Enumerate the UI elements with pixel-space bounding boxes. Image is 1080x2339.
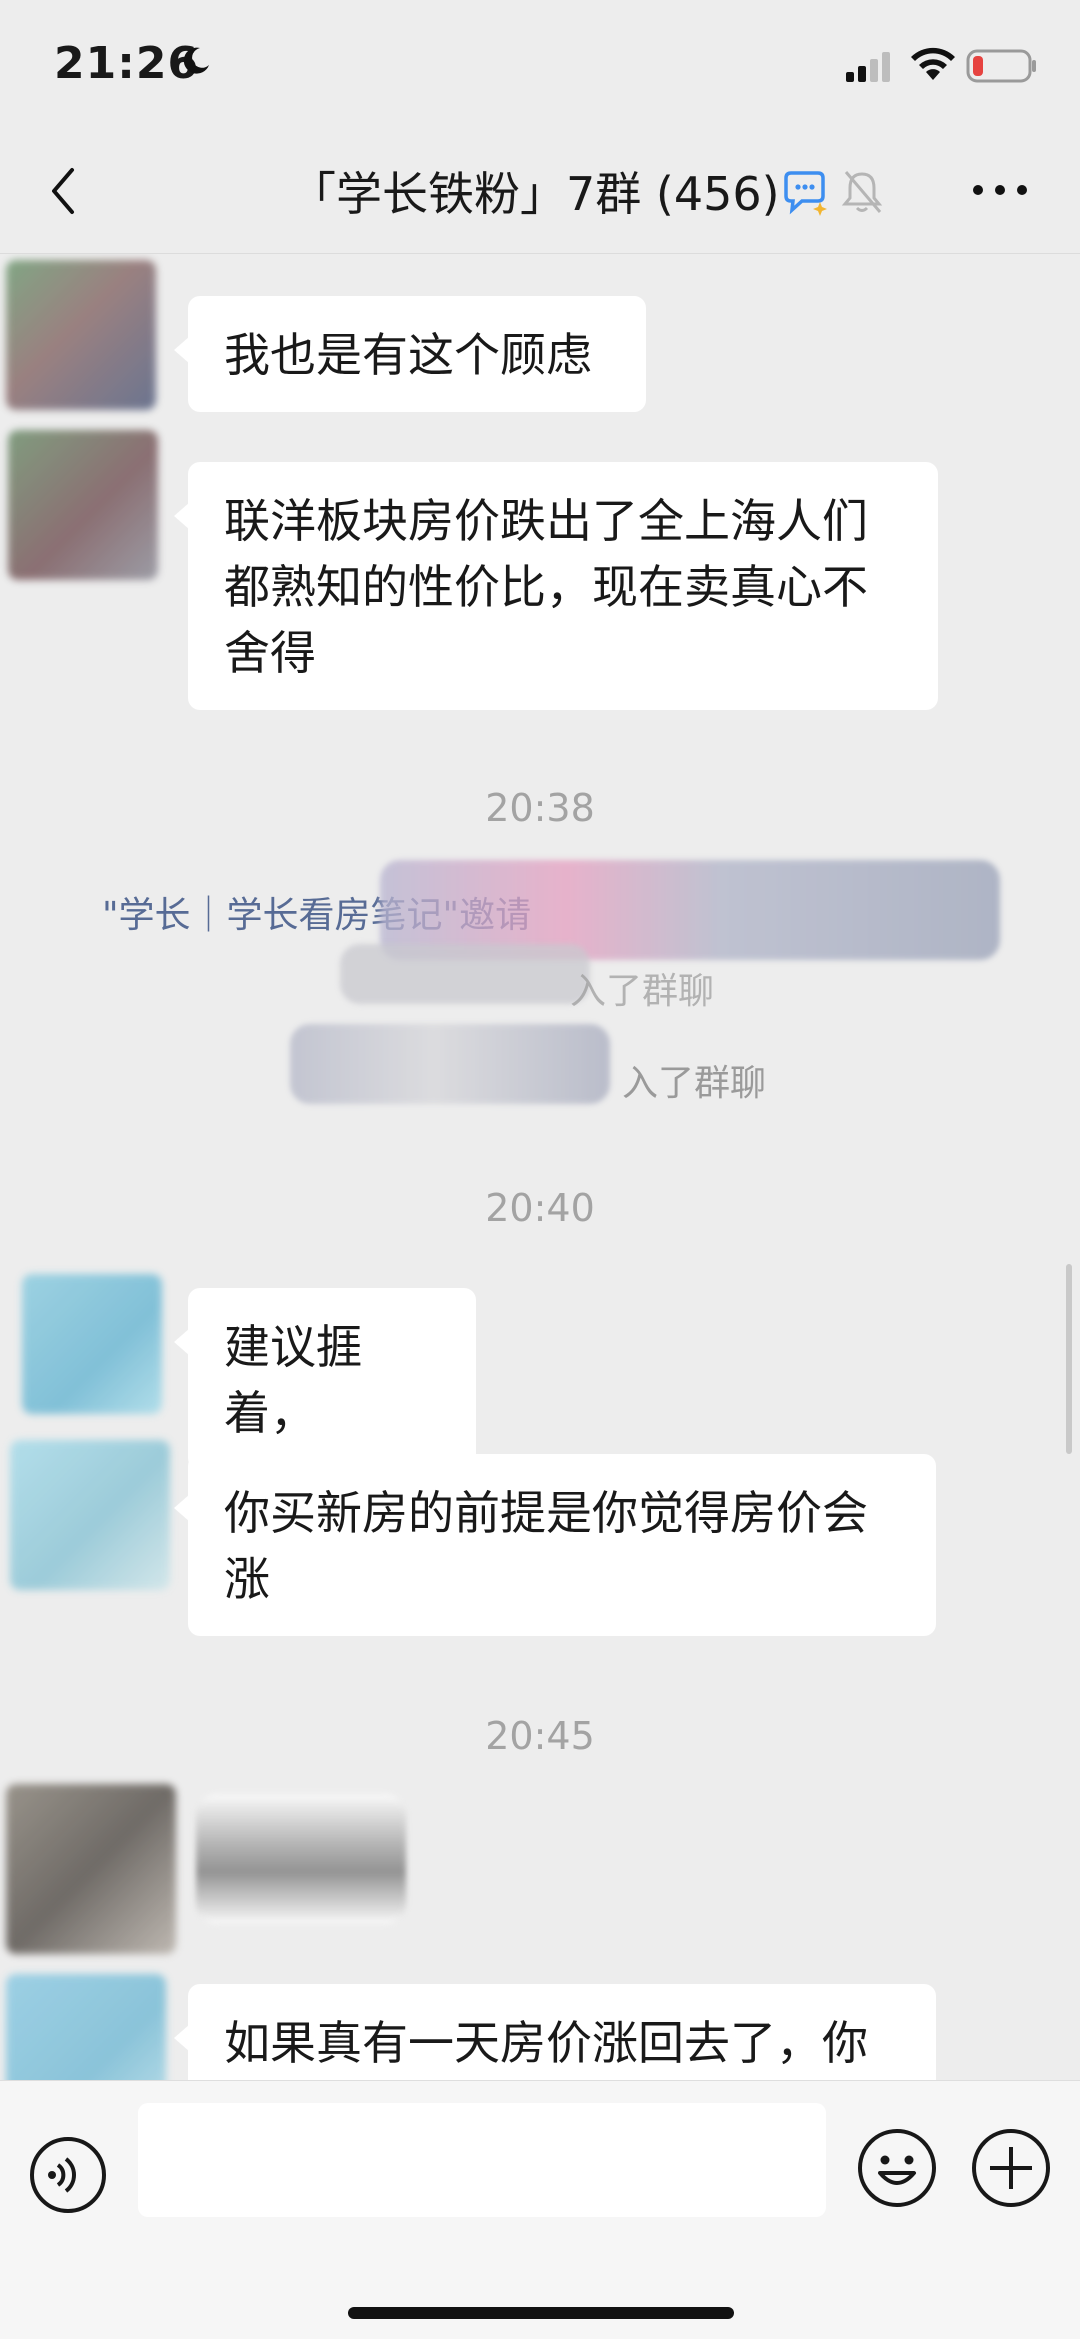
message-text-line: 都熟知的性价比，现在卖真心不 <box>224 560 868 614</box>
moon-icon <box>183 47 209 74</box>
system-join-message: 入了群聊 <box>622 1063 767 1104</box>
scrollbar[interactable] <box>1066 1264 1072 1454</box>
plus-icon[interactable] <box>970 2127 1052 2209</box>
signal-icon <box>846 52 890 82</box>
ai-chat-icon[interactable] <box>780 170 830 216</box>
message-text: 我也是有这个顾虑 <box>224 328 592 382</box>
avatar[interactable] <box>22 1274 162 1414</box>
message-bubble[interactable]: 我也是有这个顾虑 <box>174 296 646 412</box>
message-bubble[interactable]: 如果真有一天房价涨回去了，你 <box>174 1984 936 2080</box>
avatar[interactable] <box>10 1440 170 1590</box>
message-text-line: 你买新房的前提是你觉得房价会 <box>224 1486 868 1540</box>
system-join-message: 入了群聊 <box>570 971 715 1012</box>
redacted-image-message[interactable] <box>196 1794 406 1924</box>
input-bar <box>0 2080 1080 2339</box>
message-text: 如果真有一天房价涨回去了，你 <box>224 2016 868 2070</box>
avatar[interactable] <box>6 260 156 410</box>
message-list[interactable]: 我也是有这个顾虑 联洋板块房价跌出了全上海人们 都熟知的性价比，现在卖真心不 舍… <box>0 254 1080 2080</box>
status-time: 21:26 <box>54 38 200 89</box>
chat-header: 「学长铁粉」7群 (456) <box>0 130 1080 254</box>
timestamp: 20:40 <box>485 1186 595 1230</box>
wifi-icon <box>911 47 955 80</box>
message-bubble[interactable]: 你买新房的前提是你觉得房价会 涨 <box>174 1454 936 1636</box>
message-text-line: 联洋板块房价跌出了全上海人们 <box>224 494 868 548</box>
redaction-scribble <box>340 944 590 1004</box>
back-icon[interactable] <box>40 160 90 222</box>
message-text-line: 舍得 <box>224 626 316 680</box>
chat-title-text: 「学长铁粉」7群 (456) <box>290 167 780 221</box>
avatar[interactable] <box>6 1974 166 2080</box>
more-icon[interactable] <box>970 178 1030 202</box>
home-indicator <box>348 2307 734 2319</box>
status-bar: 21:26 <box>0 0 1080 130</box>
message-text: 建议捱着， <box>224 1320 362 1440</box>
message-bubble[interactable]: 联洋板块房价跌出了全上海人们 都熟知的性价比，现在卖真心不 舍得 <box>174 462 938 710</box>
emoji-icon[interactable] <box>856 2127 938 2209</box>
avatar[interactable] <box>6 1784 176 1954</box>
avatar[interactable] <box>8 430 158 580</box>
message-input[interactable] <box>138 2103 826 2217</box>
message-bubble[interactable]: 建议捱着， <box>174 1288 476 1470</box>
message-text-line: 涨 <box>224 1552 270 1606</box>
voice-icon[interactable] <box>28 2135 108 2215</box>
redaction-scribble <box>290 1024 610 1104</box>
timestamp: 20:38 <box>485 786 595 830</box>
timestamp: 20:45 <box>485 1714 595 1758</box>
mute-bell-icon <box>841 171 883 213</box>
battery-low-icon <box>966 49 1036 83</box>
chat-title[interactable]: 「学长铁粉」7群 (456) <box>290 160 780 222</box>
